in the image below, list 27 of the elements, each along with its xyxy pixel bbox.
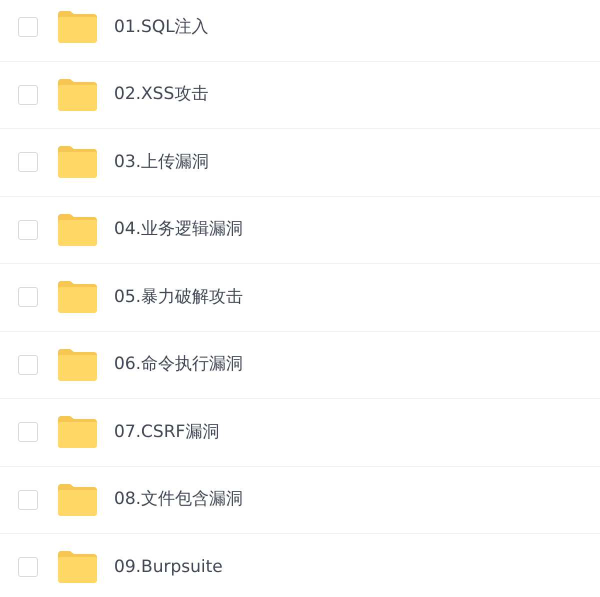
folder-icon (58, 146, 97, 178)
folder-icon (58, 281, 97, 314)
folder-icon (58, 11, 97, 44)
folder-name[interactable]: 05.暴力破解攻击 (114, 284, 244, 310)
checkbox[interactable] (18, 422, 38, 442)
folder-icon (58, 214, 97, 246)
checkbox[interactable] (18, 220, 38, 240)
folder-icon (58, 484, 97, 516)
folder-name[interactable]: 07.CSRF漏洞 (114, 420, 220, 445)
checkbox[interactable] (18, 490, 38, 510)
checkbox[interactable] (18, 84, 38, 105)
folder-name[interactable]: 03.上传漏洞 (114, 150, 210, 175)
checkbox[interactable] (18, 557, 38, 578)
folder-name[interactable]: 02.XSS攻击 (114, 82, 208, 108)
folder-name[interactable]: 09.Burpsuite (114, 554, 223, 580)
checkbox[interactable] (18, 354, 38, 375)
folder-name[interactable]: 06.命令执行漏洞 (114, 352, 244, 378)
folder-icon (58, 348, 97, 381)
folder-name[interactable]: 01.SQL注入 (114, 14, 209, 40)
checkbox[interactable] (18, 152, 38, 172)
folder-icon (58, 551, 97, 584)
folder-name[interactable]: 08.文件包含漏洞 (114, 487, 244, 512)
folder-icon (58, 416, 97, 448)
checkbox[interactable] (18, 287, 38, 308)
folder-icon (58, 78, 97, 111)
folder-name[interactable]: 04.业务逻辑漏洞 (114, 217, 244, 242)
checkbox[interactable] (18, 17, 38, 38)
